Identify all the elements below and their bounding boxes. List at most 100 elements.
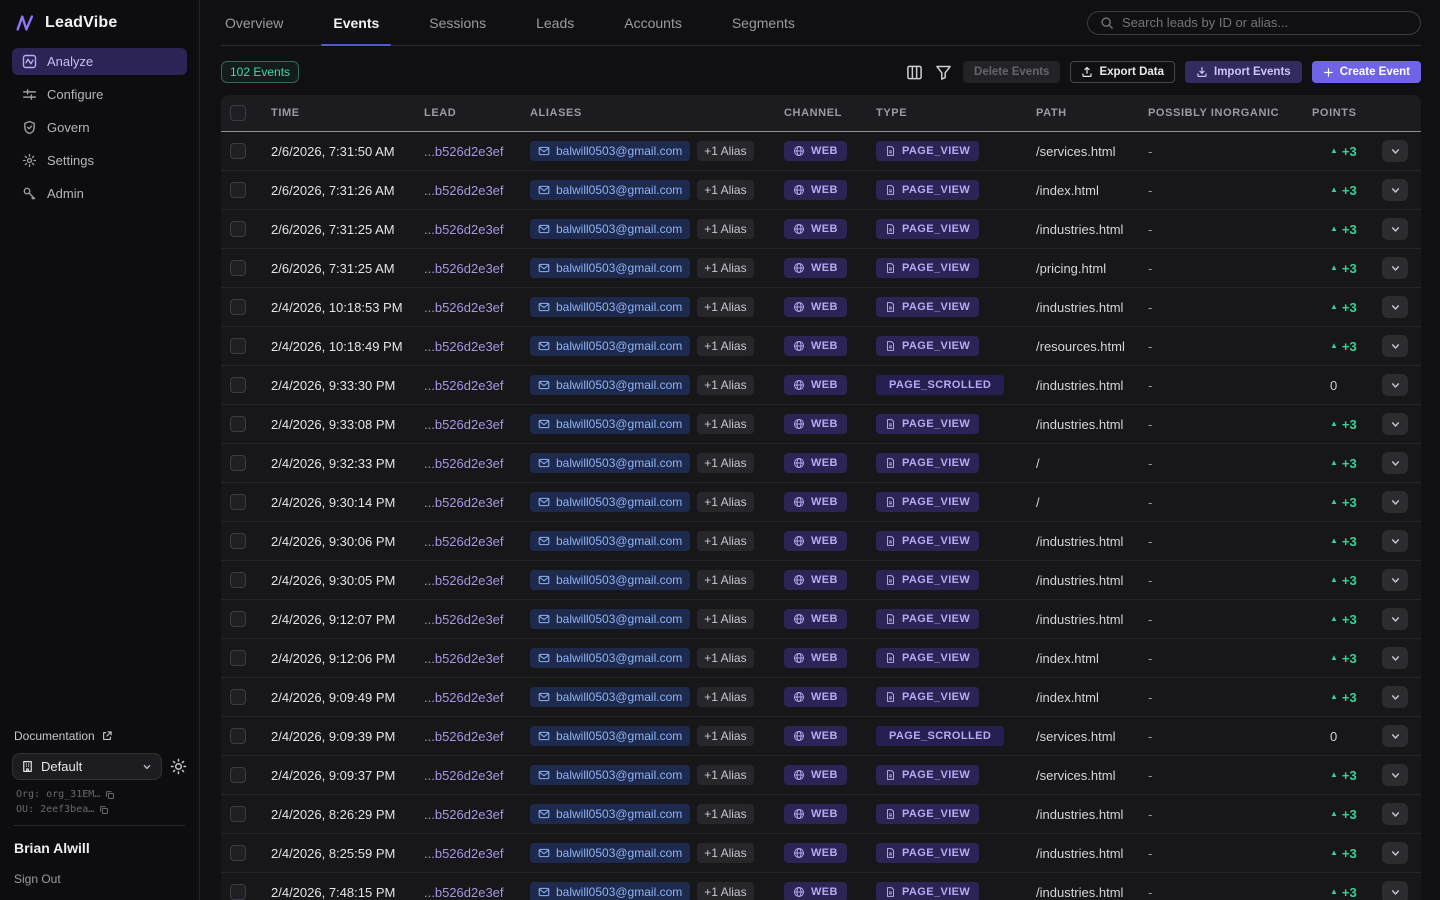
email-alias-chip[interactable]: balwill0503@gmail.com xyxy=(530,843,690,863)
email-alias-chip[interactable]: balwill0503@gmail.com xyxy=(530,882,690,900)
lead-id-link[interactable]: ...b526d2e3ef xyxy=(424,417,530,432)
email-alias-chip[interactable]: balwill0503@gmail.com xyxy=(530,336,690,356)
row-checkbox[interactable] xyxy=(230,728,246,744)
more-aliases-chip[interactable]: +1 Alias xyxy=(697,726,753,746)
email-alias-chip[interactable]: balwill0503@gmail.com xyxy=(530,141,690,161)
email-alias-chip[interactable]: balwill0503@gmail.com xyxy=(530,570,690,590)
export-data-button[interactable]: Export Data xyxy=(1070,61,1175,83)
expand-row-button[interactable] xyxy=(1382,257,1408,279)
tab-accounts[interactable]: Accounts xyxy=(620,0,686,45)
expand-row-button[interactable] xyxy=(1382,335,1408,357)
copy-icon[interactable] xyxy=(105,790,115,800)
row-checkbox[interactable] xyxy=(230,338,246,354)
expand-row-button[interactable] xyxy=(1382,179,1408,201)
sidebar-item-admin[interactable]: Admin xyxy=(12,180,187,207)
sidebar-item-settings[interactable]: Settings xyxy=(12,147,187,174)
row-checkbox[interactable] xyxy=(230,299,246,315)
row-checkbox[interactable] xyxy=(230,689,246,705)
expand-row-button[interactable] xyxy=(1382,764,1408,786)
expand-row-button[interactable] xyxy=(1382,530,1408,552)
documentation-link[interactable]: Documentation xyxy=(12,729,187,753)
expand-row-button[interactable] xyxy=(1382,413,1408,435)
expand-row-button[interactable] xyxy=(1382,218,1408,240)
more-aliases-chip[interactable]: +1 Alias xyxy=(697,687,753,707)
more-aliases-chip[interactable]: +1 Alias xyxy=(697,843,753,863)
row-checkbox[interactable] xyxy=(230,455,246,471)
expand-row-button[interactable] xyxy=(1382,296,1408,318)
expand-row-button[interactable] xyxy=(1382,647,1408,669)
email-alias-chip[interactable]: balwill0503@gmail.com xyxy=(530,297,690,317)
email-alias-chip[interactable]: balwill0503@gmail.com xyxy=(530,648,690,668)
lead-id-link[interactable]: ...b526d2e3ef xyxy=(424,534,530,549)
lead-id-link[interactable]: ...b526d2e3ef xyxy=(424,378,530,393)
expand-row-button[interactable] xyxy=(1382,881,1408,900)
row-checkbox[interactable] xyxy=(230,494,246,510)
filter-icon[interactable] xyxy=(934,63,953,82)
columns-icon[interactable] xyxy=(905,63,924,82)
row-checkbox[interactable] xyxy=(230,416,246,432)
lead-id-link[interactable]: ...b526d2e3ef xyxy=(424,183,530,198)
delete-events-button[interactable]: Delete Events xyxy=(963,61,1060,83)
row-checkbox[interactable] xyxy=(230,845,246,861)
more-aliases-chip[interactable]: +1 Alias xyxy=(697,492,753,512)
email-alias-chip[interactable]: balwill0503@gmail.com xyxy=(530,180,690,200)
expand-row-button[interactable] xyxy=(1382,140,1408,162)
more-aliases-chip[interactable]: +1 Alias xyxy=(697,180,753,200)
more-aliases-chip[interactable]: +1 Alias xyxy=(697,570,753,590)
tab-leads[interactable]: Leads xyxy=(532,0,578,45)
expand-row-button[interactable] xyxy=(1382,491,1408,513)
sidebar-item-configure[interactable]: Configure xyxy=(12,81,187,108)
more-aliases-chip[interactable]: +1 Alias xyxy=(697,531,753,551)
lead-id-link[interactable]: ...b526d2e3ef xyxy=(424,339,530,354)
email-alias-chip[interactable]: balwill0503@gmail.com xyxy=(530,492,690,512)
more-aliases-chip[interactable]: +1 Alias xyxy=(697,765,753,785)
lead-id-link[interactable]: ...b526d2e3ef xyxy=(424,729,530,744)
workspace-select[interactable]: Default xyxy=(12,753,162,780)
lead-id-link[interactable]: ...b526d2e3ef xyxy=(424,768,530,783)
copy-icon[interactable] xyxy=(99,805,109,815)
search-input[interactable] xyxy=(1122,15,1408,30)
tab-overview[interactable]: Overview xyxy=(221,0,287,45)
lead-id-link[interactable]: ...b526d2e3ef xyxy=(424,807,530,822)
row-checkbox[interactable] xyxy=(230,182,246,198)
more-aliases-chip[interactable]: +1 Alias xyxy=(697,648,753,668)
import-events-button[interactable]: Import Events xyxy=(1185,61,1302,83)
more-aliases-chip[interactable]: +1 Alias xyxy=(697,219,753,239)
lead-id-link[interactable]: ...b526d2e3ef xyxy=(424,222,530,237)
email-alias-chip[interactable]: balwill0503@gmail.com xyxy=(530,804,690,824)
more-aliases-chip[interactable]: +1 Alias xyxy=(697,804,753,824)
expand-row-button[interactable] xyxy=(1382,452,1408,474)
lead-id-link[interactable]: ...b526d2e3ef xyxy=(424,144,530,159)
more-aliases-chip[interactable]: +1 Alias xyxy=(697,453,753,473)
lead-id-link[interactable]: ...b526d2e3ef xyxy=(424,690,530,705)
tab-sessions[interactable]: Sessions xyxy=(425,0,490,45)
lead-id-link[interactable]: ...b526d2e3ef xyxy=(424,300,530,315)
select-all-checkbox[interactable] xyxy=(230,105,246,121)
lead-id-link[interactable]: ...b526d2e3ef xyxy=(424,573,530,588)
lead-id-link[interactable]: ...b526d2e3ef xyxy=(424,261,530,276)
expand-row-button[interactable] xyxy=(1382,608,1408,630)
lead-id-link[interactable]: ...b526d2e3ef xyxy=(424,495,530,510)
lead-id-link[interactable]: ...b526d2e3ef xyxy=(424,612,530,627)
email-alias-chip[interactable]: balwill0503@gmail.com xyxy=(530,414,690,434)
row-checkbox[interactable] xyxy=(230,377,246,393)
email-alias-chip[interactable]: balwill0503@gmail.com xyxy=(530,609,690,629)
email-alias-chip[interactable]: balwill0503@gmail.com xyxy=(530,258,690,278)
row-checkbox[interactable] xyxy=(230,221,246,237)
more-aliases-chip[interactable]: +1 Alias xyxy=(697,297,753,317)
more-aliases-chip[interactable]: +1 Alias xyxy=(697,609,753,629)
expand-row-button[interactable] xyxy=(1382,569,1408,591)
expand-row-button[interactable] xyxy=(1382,803,1408,825)
row-checkbox[interactable] xyxy=(230,806,246,822)
lead-id-link[interactable]: ...b526d2e3ef xyxy=(424,456,530,471)
row-checkbox[interactable] xyxy=(230,533,246,549)
row-checkbox[interactable] xyxy=(230,767,246,783)
lead-id-link[interactable]: ...b526d2e3ef xyxy=(424,651,530,666)
more-aliases-chip[interactable]: +1 Alias xyxy=(697,882,753,900)
row-checkbox[interactable] xyxy=(230,572,246,588)
lead-id-link[interactable]: ...b526d2e3ef xyxy=(424,885,530,900)
row-checkbox[interactable] xyxy=(230,143,246,159)
email-alias-chip[interactable]: balwill0503@gmail.com xyxy=(530,687,690,707)
theme-toggle-sun-icon[interactable] xyxy=(170,758,187,775)
row-checkbox[interactable] xyxy=(230,611,246,627)
